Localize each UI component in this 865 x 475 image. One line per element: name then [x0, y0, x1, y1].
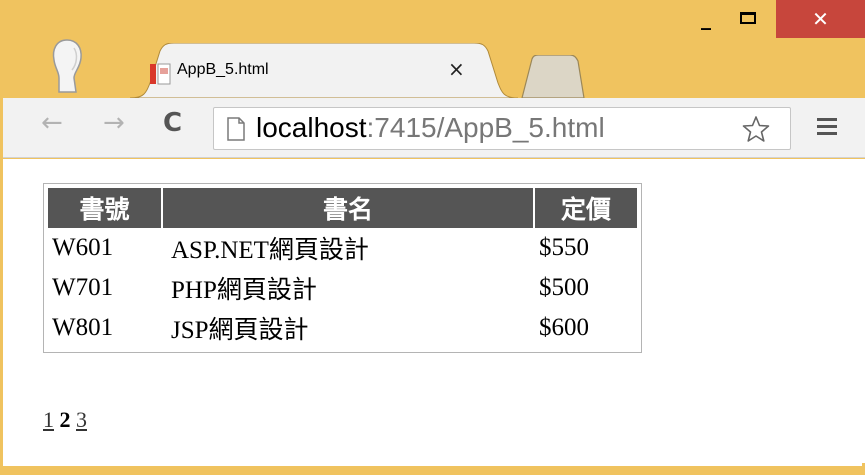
close-window-button[interactable]: ✕: [776, 0, 865, 38]
tab-close-button[interactable]: ×: [448, 57, 465, 81]
header-price: 定價: [535, 188, 637, 228]
reload-button[interactable]: C: [163, 108, 182, 138]
cell-book-name: ASP.NET網頁設計: [171, 237, 369, 264]
page-link-1[interactable]: 1: [43, 407, 54, 432]
browser-toolbar: ← → C localhost:7415/AppB_5.html: [3, 98, 865, 158]
cell-book-name: JSP網頁設計: [171, 317, 309, 344]
pdf-page-icon: [150, 63, 171, 85]
cell-book-id: W801: [52, 314, 114, 341]
page-content: 書號 書名 定價 W601 ASP.NET網頁設計 $550 W701 PHP網…: [3, 159, 865, 475]
back-button[interactable]: ←: [41, 108, 63, 138]
page-link-3[interactable]: 3: [76, 407, 87, 432]
maximize-button[interactable]: [728, 0, 768, 36]
browser-window: _ ✕ AppB_5.html × ← → C localhost:7415/A…: [0, 0, 865, 475]
minimize-button[interactable]: _: [686, 0, 726, 36]
header-book-id: 書號: [48, 188, 163, 228]
table-header-row: 書號 書名 定價: [48, 188, 637, 228]
tab-title: AppB_5.html: [177, 61, 269, 78]
page-icon: [227, 117, 245, 141]
table-row: W801 JSP網頁設計 $600: [48, 308, 637, 348]
forward-button[interactable]: →: [103, 108, 125, 138]
address-bar[interactable]: localhost:7415/AppB_5.html: [213, 107, 791, 150]
window-bottom-border: [0, 463, 865, 475]
hamburger-menu-icon[interactable]: [817, 118, 837, 139]
tab-active[interactable]: AppB_5.html ×: [130, 43, 518, 98]
cell-book-name: PHP網頁設計: [171, 277, 317, 304]
cell-book-id: W601: [52, 234, 114, 261]
new-tab-button[interactable]: [518, 55, 586, 99]
cell-price: $500: [539, 274, 589, 301]
books-table: 書號 書名 定價 W601 ASP.NET網頁設計 $550 W701 PHP網…: [43, 183, 642, 353]
maximize-icon: [740, 12, 756, 24]
cell-price: $550: [539, 234, 589, 261]
cell-book-id: W701: [52, 274, 114, 301]
url-text: localhost:7415/AppB_5.html: [256, 112, 605, 144]
table-row: W601 ASP.NET網頁設計 $550: [48, 228, 637, 268]
bookmark-star-icon[interactable]: [742, 115, 770, 143]
page-current-2: 2: [59, 407, 71, 432]
url-path: :7415/AppB_5.html: [366, 112, 605, 143]
header-book-name: 書名: [163, 188, 535, 228]
profile-avatar-icon[interactable]: [50, 38, 84, 94]
pagination: 1 2 3: [43, 407, 87, 433]
table-row: W701 PHP網頁設計 $500: [48, 268, 637, 308]
cell-price: $600: [539, 314, 589, 341]
url-host: localhost: [256, 112, 367, 143]
